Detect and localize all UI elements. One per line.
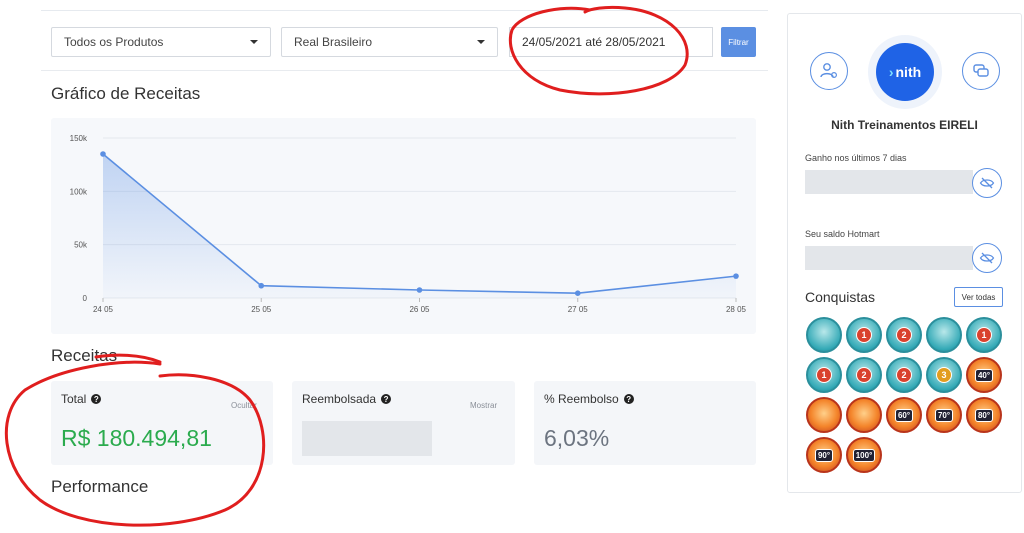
x-tick-label: 28 05 (726, 305, 747, 314)
badge-android-1b-icon[interactable]: 1 (806, 357, 842, 393)
total-card: Total ? Ocultar R$ 180.494,81 (51, 381, 273, 465)
badge-label: 60° (894, 408, 914, 422)
data-point (416, 287, 423, 293)
y-tick-label: 100k (70, 187, 88, 196)
badge-ninja-icon[interactable] (806, 397, 842, 433)
user-settings-icon (820, 63, 838, 79)
chevron-down-icon (250, 40, 258, 44)
top-border (41, 10, 768, 11)
badge-80-icon[interactable]: 80° (966, 397, 1002, 433)
badge-fire-icon[interactable] (846, 397, 882, 433)
badge-android-3-icon[interactable]: 3 (926, 357, 962, 393)
badge-label: 40° (974, 368, 994, 382)
balance-label: Seu saldo Hotmart (805, 229, 880, 239)
chart-title: Gráfico de Receitas (51, 84, 201, 103)
total-label-row: Total ? (61, 392, 102, 406)
x-tick-label: 25 05 (251, 305, 272, 314)
percent-reembolso-value: 6,03% (544, 425, 610, 451)
badge-label: 80° (974, 408, 994, 422)
badge-60-icon[interactable]: 60° (886, 397, 922, 433)
toggle-balance-visibility[interactable] (972, 243, 1002, 273)
badge-label: 3 (936, 367, 952, 383)
reembolsada-label-row: Reembolsada ? (302, 392, 392, 406)
achievements-grid: 1 2 1 1 2 2 3 40° 60° 70° 80° 90° 100° (806, 317, 1006, 473)
badge-start-icon[interactable] (806, 317, 842, 353)
y-tick-label: 150k (70, 134, 88, 143)
badge-label: 1 (816, 367, 832, 383)
badge-fire-40-icon[interactable]: 40° (966, 357, 1002, 393)
x-tick-label: 24 05 (93, 305, 114, 314)
badge-90-icon[interactable]: 90° (806, 437, 842, 473)
show-toggle[interactable]: Mostrar (470, 401, 497, 410)
data-point (258, 282, 265, 289)
hide-toggle[interactable]: Ocultar (231, 401, 257, 410)
y-tick-label: 0 (83, 294, 88, 303)
data-point (733, 273, 739, 279)
badge-android-2-icon[interactable]: 2 (846, 357, 882, 393)
revenue-chart: 0 50k 100k 150k 24 05 25 05 26 05 27 05 28 05 (70, 134, 747, 314)
series-area (103, 154, 736, 298)
badge-rank-1-icon[interactable]: 1 (846, 317, 882, 353)
badge-label: 100° (852, 448, 876, 462)
badge-android-1-icon[interactable]: 1 (966, 317, 1002, 353)
x-tick-label: 26 05 (409, 305, 430, 314)
total-value: R$ 180.494,81 (61, 425, 212, 451)
badge-100-icon[interactable]: 100° (846, 437, 882, 473)
percent-reembolso-label: % Reembolso (544, 392, 619, 406)
receitas-title: Receitas (51, 346, 118, 365)
filter-button[interactable]: Filtrar (721, 27, 756, 57)
reembolsada-card: Reembolsada ? Mostrar (292, 381, 515, 465)
percent-reembolso-card: % Reembolso ? 6,03% (534, 381, 756, 465)
badge-label: 2 (896, 327, 912, 343)
company-logo: › nith (876, 43, 934, 101)
badge-label: 1 (856, 327, 872, 343)
divider (41, 70, 768, 71)
company-name: Nith Treinamentos EIRELI (831, 118, 978, 132)
badge-trophy-icon[interactable] (926, 317, 962, 353)
earnings-label: Ganho nos últimos 7 dias (805, 153, 907, 163)
reembolsada-label: Reembolsada (302, 392, 377, 406)
earnings-hidden-field (805, 170, 973, 194)
data-point (100, 151, 106, 157)
chat-bubbles-icon (973, 64, 989, 77)
eye-off-icon (979, 252, 995, 264)
y-tick-label: 50k (74, 241, 88, 250)
data-point (574, 290, 581, 296)
badge-label: 90° (814, 448, 834, 462)
help-icon[interactable]: ? (623, 394, 634, 404)
eye-off-icon (979, 177, 995, 189)
badge-70-icon[interactable]: 70° (926, 397, 962, 433)
product-select-value: Todos os Produtos (64, 35, 164, 49)
badge-android-2b-icon[interactable]: 2 (886, 357, 922, 393)
badge-rank-2-icon[interactable]: 2 (886, 317, 922, 353)
chevron-down-icon (477, 40, 485, 44)
chat-button[interactable] (962, 52, 1000, 90)
help-icon[interactable]: ? (381, 394, 392, 404)
account-settings-button[interactable] (810, 52, 848, 90)
date-range-input[interactable]: 24/05/2021 até 28/05/2021 (509, 27, 713, 57)
badge-label: 70° (934, 408, 954, 422)
performance-title: Performance (51, 477, 149, 496)
view-all-button[interactable]: Ver todas (954, 287, 1003, 307)
toggle-earnings-visibility[interactable] (972, 168, 1002, 198)
percent-reembolso-label-row: % Reembolso ? (544, 392, 634, 406)
badge-label: 1 (976, 327, 992, 343)
total-label: Total (61, 392, 87, 406)
balance-hidden-field (805, 246, 973, 270)
achievements-title: Conquistas (805, 289, 876, 305)
hidden-value-placeholder (302, 421, 432, 456)
x-tick-label: 27 05 (568, 305, 589, 314)
logo-text: nith (895, 64, 922, 80)
date-range-value: 24/05/2021 até 28/05/2021 (522, 35, 666, 49)
currency-select[interactable]: Real Brasileiro (281, 27, 498, 57)
currency-select-value: Real Brasileiro (294, 35, 373, 49)
badge-label: 2 (896, 367, 912, 383)
revenue-chart-card: 0 50k 100k 150k 24 05 25 05 26 05 27 05 28 05 (51, 118, 756, 334)
help-icon[interactable]: ? (91, 394, 102, 404)
badge-label: 2 (856, 367, 872, 383)
logo-chevron-icon: › (888, 64, 894, 80)
product-select[interactable]: Todos os Produtos (51, 27, 271, 57)
